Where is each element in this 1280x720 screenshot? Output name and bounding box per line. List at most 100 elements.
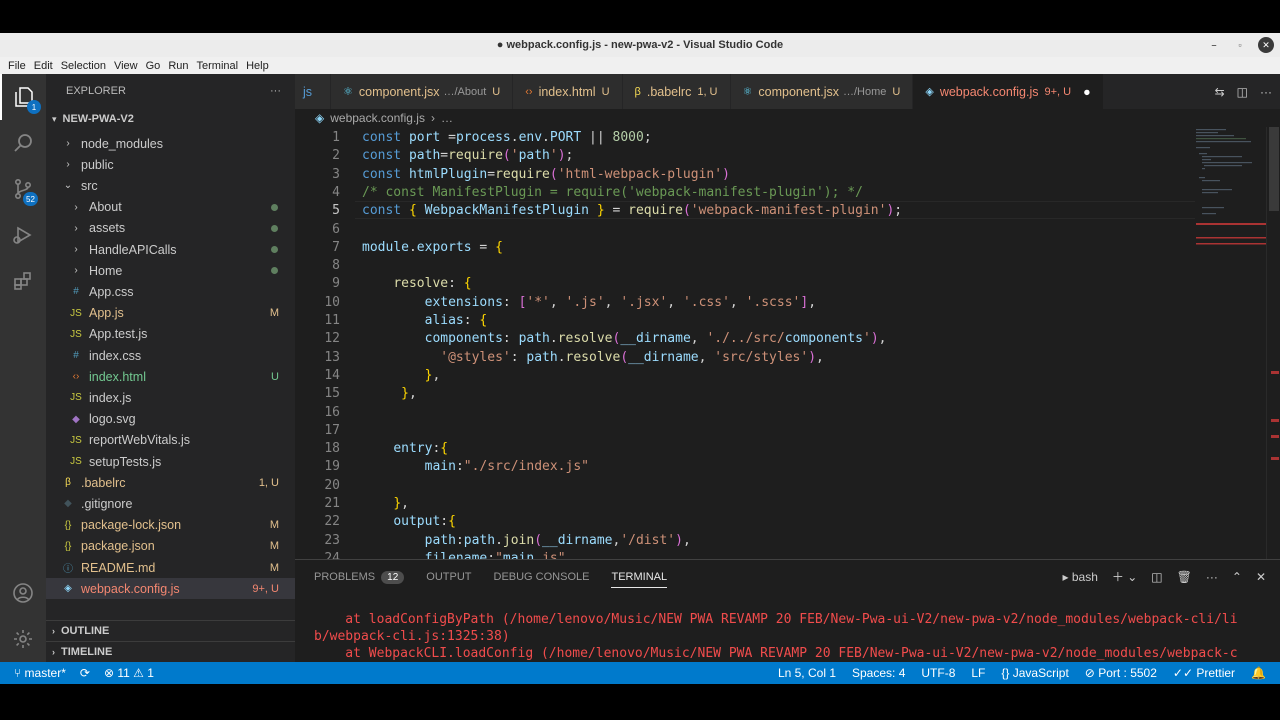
menu-selection[interactable]: Selection (57, 60, 110, 72)
tab-component-about[interactable]: ⚛ component.jsx …/About U (331, 74, 514, 109)
code-line[interactable]: entry:{ (362, 440, 448, 458)
menu-view[interactable]: View (110, 60, 142, 72)
breadcrumb-file[interactable]: webpack.config.js (330, 111, 425, 125)
code-line[interactable]: resolve: { (362, 275, 471, 293)
code-line[interactable]: components: path.resolve(__dirname, './.… (362, 330, 887, 348)
menu-help[interactable]: Help (242, 60, 273, 72)
prettier-status[interactable]: ✓✓ Prettier (1173, 666, 1235, 680)
tab-problems[interactable]: PROBLEMS 12 (314, 570, 405, 584)
tree-item[interactable]: {} package.json M (46, 536, 295, 557)
minimap[interactable] (1196, 127, 1266, 267)
tree-item[interactable]: ◆ .gitignore (46, 493, 295, 514)
code-line[interactable]: }, (362, 495, 409, 513)
menu-go[interactable]: Go (142, 60, 165, 72)
code-line[interactable]: filename:"main.js" (362, 550, 566, 559)
more-actions-icon[interactable]: ··· (1206, 570, 1218, 584)
tree-item[interactable]: JS setupTests.js (46, 451, 295, 472)
menu-file[interactable]: File (4, 60, 30, 72)
minimize-icon[interactable]: – (1206, 37, 1222, 53)
menu-terminal[interactable]: Terminal (193, 60, 243, 72)
breadcrumb-symbol[interactable]: … (441, 111, 453, 125)
tree-item[interactable]: ◆ logo.svg (46, 409, 295, 430)
search-icon[interactable] (0, 120, 46, 166)
tree-item[interactable]: {} package-lock.json M (46, 515, 295, 536)
cursor-position[interactable]: Ln 5, Col 1 (778, 666, 836, 680)
new-terminal-icon[interactable]: ＋ ⌄ (1112, 568, 1137, 585)
menu-run[interactable]: Run (164, 60, 192, 72)
tab-component-home[interactable]: ⚛ component.jsx …/Home U (730, 74, 914, 109)
code-line[interactable]: output:{ (362, 513, 456, 531)
split-terminal-icon[interactable]: ◫ (1151, 570, 1162, 584)
tree-item[interactable]: › About (46, 197, 295, 218)
run-debug-icon[interactable] (0, 212, 46, 258)
tab-output[interactable]: OUTPUT (426, 571, 471, 583)
tree-item[interactable]: β .babelrc 1, U (46, 472, 295, 493)
code-line[interactable]: extensions: ['*', '.js', '.jsx', '.css',… (362, 294, 816, 312)
tree-item[interactable]: ‹› index.html U (46, 366, 295, 387)
close-panel-icon[interactable]: ✕ (1256, 570, 1266, 584)
tree-item[interactable]: JS App.test.js (46, 324, 295, 345)
notifications-bell-icon[interactable]: 🔔 (1251, 666, 1266, 680)
source-control-icon[interactable]: 52 (0, 166, 46, 212)
compare-changes-icon[interactable]: ⇆ (1215, 85, 1225, 99)
tree-item[interactable]: JS App.js M (46, 303, 295, 324)
tab-terminal[interactable]: TERMINAL (611, 571, 668, 588)
account-icon[interactable] (0, 570, 46, 616)
tree-item[interactable]: › HandleAPICalls (46, 239, 295, 260)
language-mode[interactable]: {} JavaScript (1001, 666, 1068, 680)
tab-webpack-config[interactable]: ◈ webpack.config.js 9+, U ● (913, 74, 1104, 109)
tree-item[interactable]: # App.css (46, 281, 295, 302)
settings-gear-icon[interactable] (0, 616, 46, 662)
code-line[interactable]: }, (362, 367, 441, 385)
tree-item[interactable]: › assets (46, 218, 295, 239)
tree-item[interactable]: ⓘ README.md M (46, 557, 295, 578)
unsaved-dot-icon[interactable]: ● (1083, 85, 1091, 99)
encoding[interactable]: UTF-8 (921, 666, 955, 680)
code-line[interactable]: path:path.join(__dirname,'/dist'), (362, 532, 691, 550)
code-editor[interactable]: 1 2 3 4 5 6 7 8 9 10 11 12 13 14 15 16 17 18 19 20 21 22 23 24 … (295, 127, 1280, 559)
tree-item[interactable]: ◈ webpack.config.js 9+, U (46, 578, 295, 600)
outline-section[interactable]: › OUTLINE (46, 620, 295, 641)
menu-edit[interactable]: Edit (30, 60, 57, 72)
code-line[interactable]: /* const ManifestPlugin = require('webpa… (362, 184, 863, 202)
code-line[interactable]: }, (362, 385, 417, 403)
explorer-icon[interactable]: 1 (0, 74, 46, 120)
code-line[interactable]: const { WebpackManifestPlugin } = requir… (362, 202, 902, 220)
problems-indicator[interactable]: ⊗ 11 ⚠ 1 (104, 666, 154, 680)
code-line[interactable]: const port =process.env.PORT || 8000; (362, 129, 652, 147)
split-editor-icon[interactable]: ◫ (1237, 85, 1248, 99)
maximize-panel-icon[interactable]: ⌃ (1232, 570, 1242, 584)
maximize-icon[interactable]: ▫ (1232, 37, 1248, 53)
vertical-scrollbar[interactable] (1266, 127, 1280, 559)
code-line[interactable]: '@styles': path.resolve(__dirname, 'src/… (362, 349, 824, 367)
extensions-icon[interactable] (0, 258, 46, 304)
tree-item[interactable]: JS reportWebVitals.js (46, 430, 295, 451)
code-line[interactable]: const htmlPlugin=require('html-webpack-p… (362, 166, 730, 184)
code-line[interactable]: alias: { (362, 312, 488, 330)
tree-item[interactable]: JS index.js (46, 387, 295, 408)
tree-item[interactable]: # index.css (46, 345, 295, 366)
sync-icon[interactable]: ⟳ (80, 666, 90, 680)
tree-item[interactable]: › Home (46, 260, 295, 281)
end-of-line[interactable]: LF (971, 666, 985, 680)
project-folder-header[interactable]: ▾ NEW-PWA-V2 (46, 108, 295, 130)
tree-item[interactable]: › node_modules (46, 133, 295, 154)
scrollbar-thumb[interactable] (1269, 127, 1279, 211)
branch-indicator[interactable]: ⑂ master* (14, 666, 66, 680)
tab-debug-console[interactable]: DEBUG CONSOLE (494, 571, 590, 583)
terminal-shell-selector[interactable]: ▸ bash (1063, 570, 1098, 584)
more-actions-icon[interactable]: ··· (270, 85, 281, 97)
close-window-icon[interactable]: ✕ (1258, 37, 1274, 53)
live-server-port[interactable]: ⊘ Port : 5502 (1085, 666, 1157, 680)
tab-partial-js[interactable]: js (295, 74, 331, 109)
kill-terminal-icon[interactable]: 🗑 (1177, 570, 1192, 584)
timeline-section[interactable]: › TIMELINE (46, 641, 295, 662)
indentation[interactable]: Spaces: 4 (852, 666, 905, 680)
tab-babelrc[interactable]: β .babelrc 1, U (622, 74, 731, 109)
more-actions-icon[interactable]: ··· (1260, 85, 1272, 99)
code-line[interactable]: module.exports = { (362, 239, 503, 257)
code-line[interactable]: const path=require('path'); (362, 147, 573, 165)
tree-item[interactable]: ⌄ src (46, 175, 295, 196)
tab-index-html[interactable]: ‹› index.html U (513, 74, 623, 109)
tree-item[interactable]: › public (46, 154, 295, 175)
